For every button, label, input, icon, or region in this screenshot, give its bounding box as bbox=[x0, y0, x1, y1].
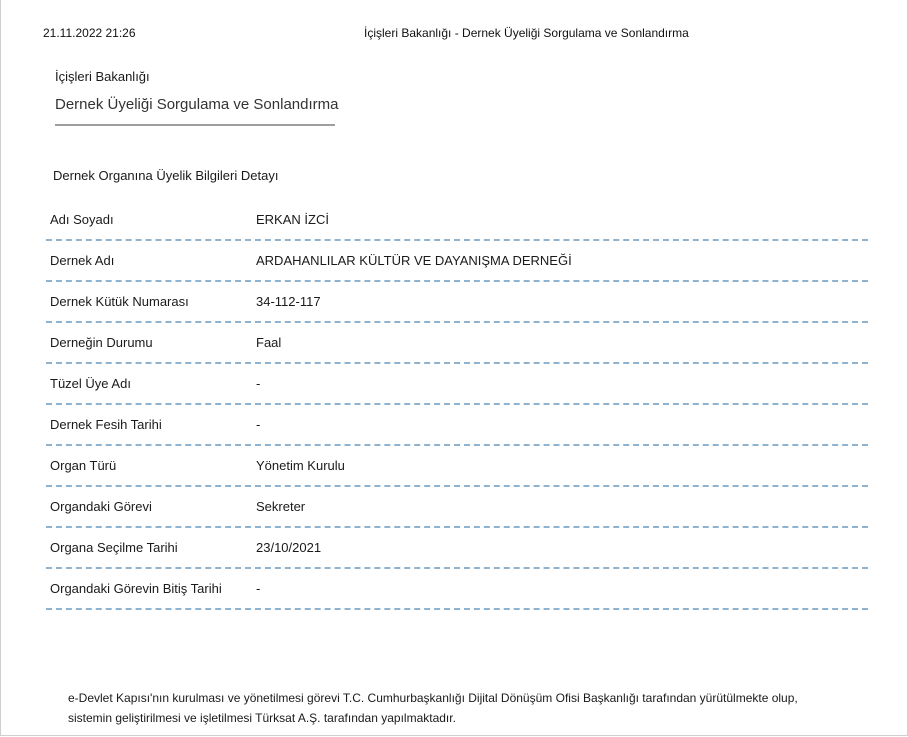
detail-value: ARDAHANLILAR KÜLTÜR VE DAYANIŞMA DERNEĞİ bbox=[256, 253, 572, 268]
footer-line: e-Devlet Kapısı'nın kurulması ve yönetil… bbox=[68, 691, 798, 705]
detail-label: Tüzel Üye Adı bbox=[50, 376, 131, 391]
detail-row-legal-member: Tüzel Üye Adı - bbox=[46, 364, 868, 405]
detail-row-name: Adı Soyadı ERKAN İZCİ bbox=[46, 200, 868, 241]
detail-row-association-name: Dernek Adı ARDAHANLILAR KÜLTÜR VE DAYANI… bbox=[46, 241, 868, 282]
detail-row-registry-number: Dernek Kütük Numarası 34-112-117 bbox=[46, 282, 868, 323]
detail-value: Sekreter bbox=[256, 499, 306, 514]
detail-label: Dernek Fesih Tarihi bbox=[50, 417, 162, 432]
detail-row-end-date: Organdaki Görevin Bitiş Tarihi - bbox=[46, 569, 868, 610]
title-underline bbox=[55, 124, 335, 126]
detail-value: - bbox=[256, 581, 261, 596]
footer-line: sistemin geliştirilmesi ve işletilmesi T… bbox=[68, 711, 456, 725]
detail-value: - bbox=[256, 376, 261, 391]
detail-label: Adı Soyadı bbox=[50, 212, 114, 227]
detail-row-organ-type: Organ Türü Yönetim Kurulu bbox=[46, 446, 868, 487]
service-title: Dernek Üyeliği Sorgulama ve Sonlandırma bbox=[55, 96, 339, 113]
detail-label: Organa Seçilme Tarihi bbox=[50, 540, 178, 555]
detail-value: Yönetim Kurulu bbox=[256, 458, 345, 473]
detail-value: 23/10/2021 bbox=[256, 540, 322, 555]
detail-label: Organ Türü bbox=[50, 458, 117, 473]
detail-label: Organdaki Görevi bbox=[50, 499, 152, 514]
detail-row-status: Derneğin Durumu Faal bbox=[46, 323, 868, 364]
detail-label: Derneğin Durumu bbox=[50, 335, 153, 350]
print-header: 21.11.2022 21:26 İçişleri Bakanlığı - De… bbox=[0, 26, 908, 42]
detail-label: Dernek Adı bbox=[50, 253, 115, 268]
detail-row-dissolution-date: Dernek Fesih Tarihi - bbox=[46, 405, 868, 446]
detail-label: Organdaki Görevin Bitiş Tarihi bbox=[50, 581, 222, 596]
section-title: Dernek Organına Üyelik Bilgileri Detayı bbox=[53, 168, 279, 183]
detail-row-role: Organdaki Görevi Sekreter bbox=[46, 487, 868, 528]
detail-label: Dernek Kütük Numarası bbox=[50, 294, 189, 309]
detail-row-election-date: Organa Seçilme Tarihi 23/10/2021 bbox=[46, 528, 868, 569]
print-title: İçişleri Bakanlığı - Dernek Üyeliği Sorg… bbox=[364, 26, 689, 40]
print-datetime: 21.11.2022 21:26 bbox=[43, 26, 136, 40]
detail-value: ERKAN İZCİ bbox=[256, 212, 329, 227]
detail-value: 34-112-117 bbox=[256, 294, 321, 309]
detail-value: Faal bbox=[256, 335, 282, 350]
membership-details-table: Adı Soyadı ERKAN İZCİ Dernek Adı ARDAHAN… bbox=[46, 200, 868, 610]
footer-notice: e-Devlet Kapısı'nın kurulması ve yönetil… bbox=[68, 688, 868, 728]
ministry-name: İçişleri Bakanlığı bbox=[55, 69, 150, 84]
detail-value: - bbox=[256, 417, 261, 432]
